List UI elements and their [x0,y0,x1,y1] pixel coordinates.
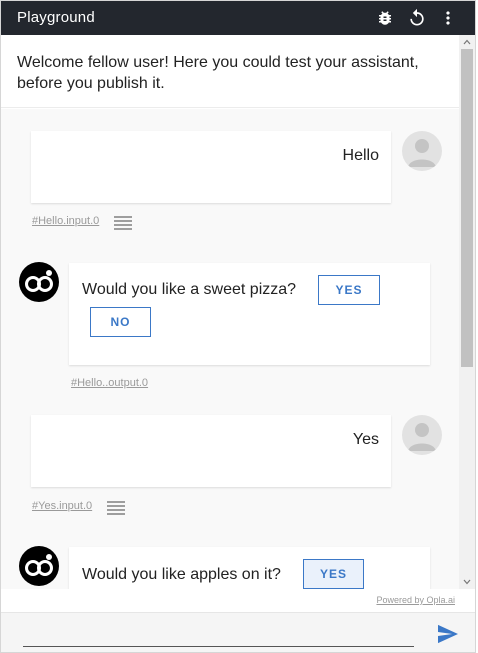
intent-tag-link[interactable]: #Hello..output.0 [71,377,148,389]
more-vert-icon [446,11,450,25]
yes-button[interactable]: YES [303,559,364,589]
bug-icon [379,11,391,25]
bot-avatar [19,262,59,302]
bot-avatar [19,546,59,586]
user-message-text: Yes [352,431,379,448]
details-icon[interactable] [114,216,132,230]
scrollbar-thumb[interactable] [461,49,473,367]
yes-button[interactable]: YES [318,275,380,305]
send-button[interactable] [437,624,459,644]
person-icon [408,139,436,167]
more-menu-button[interactable] [438,8,458,28]
message-input[interactable] [23,621,414,647]
reset-button[interactable] [407,8,427,28]
user-avatar [402,131,442,171]
powered-by-link[interactable]: Powered by Opla.ai [376,595,455,605]
user-message-card: Hello [31,131,391,203]
scroll-up-icon[interactable] [459,35,475,49]
send-icon [438,624,458,644]
bot-eyes-icon [25,270,53,292]
scroll-down-icon[interactable] [459,575,475,589]
intent-tag-link[interactable]: #Yes.input.0 [32,500,92,512]
user-message-text: Hello [342,147,379,164]
user-avatar [402,415,442,455]
scrollbar[interactable] [459,35,475,589]
user-message-card: Yes [31,415,391,487]
bug-button[interactable] [375,8,395,28]
header-bar: Playground [1,1,475,35]
restart-icon [410,8,424,26]
bot-message-text: Would you like apples on it? [82,566,281,583]
person-icon [408,423,436,451]
intent-tag-link[interactable]: #Hello.input.0 [32,215,99,227]
bot-message-card: Would you like apples on it? YES [69,547,430,589]
bot-eyes-icon [25,554,53,576]
message-input-bar [1,612,475,652]
no-button[interactable]: NO [90,307,151,337]
bot-message-card: Would you like a sweet pizza? YES NO [69,263,430,365]
page-title: Playground [17,9,95,26]
details-icon[interactable] [107,501,125,515]
welcome-message: Welcome fellow user! Here you could test… [1,35,459,108]
bot-message-text: Would you like a sweet pizza? [82,281,297,298]
playground-window: Playground Welcome fellow user! Here you… [0,0,476,653]
conversation-area[interactable]: Hello #Hello.input.0 Would you like a sw… [1,109,459,589]
